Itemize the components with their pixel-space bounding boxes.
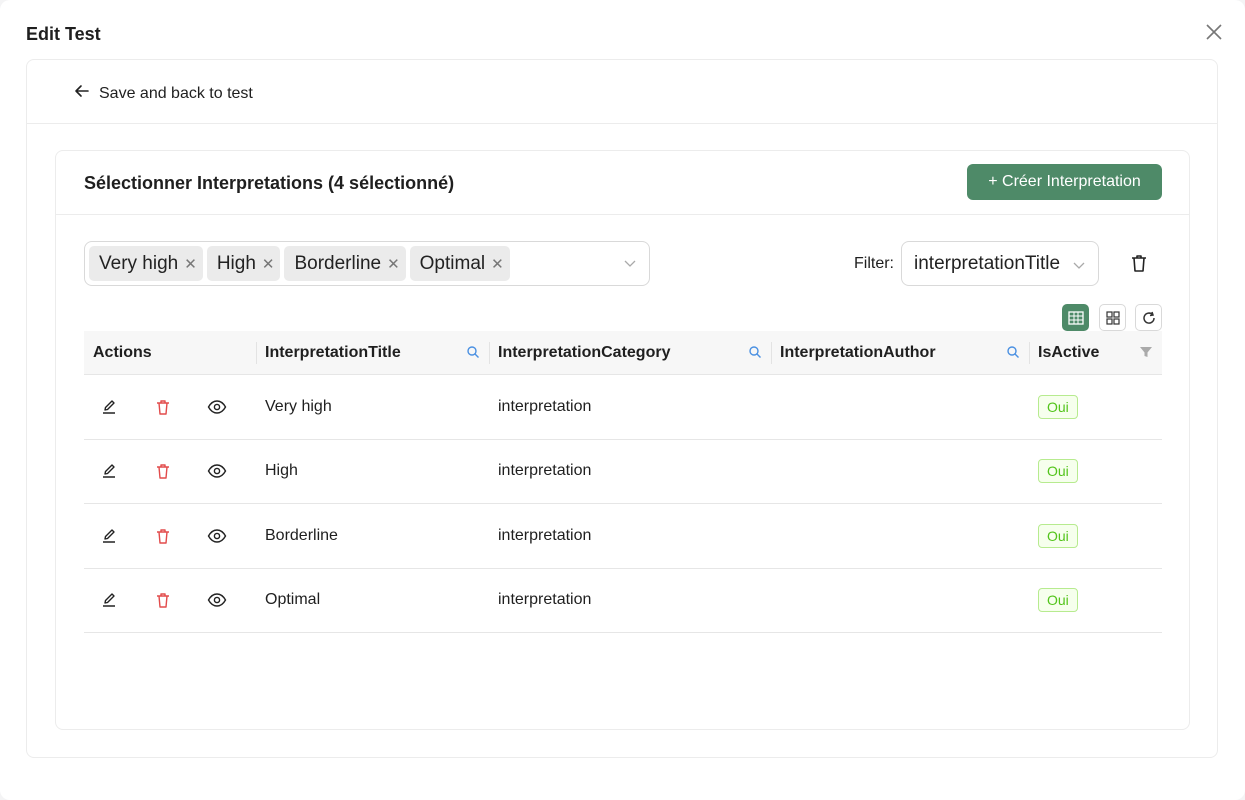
search-icon[interactable] [1006,345,1021,360]
search-icon[interactable] [466,345,481,360]
column-header-author: InterpretationAuthor [771,331,1029,374]
cell-category: interpretation [489,569,771,633]
interpretation-title: High [265,462,298,480]
column-label: InterpretationTitle [265,343,401,361]
interpretation-category: interpretation [498,397,592,415]
status-badge: Oui [1038,394,1078,419]
selected-tag: Optimal ✕ [409,246,510,281]
interpretation-category: interpretation [498,462,592,480]
filter-icon[interactable] [1139,345,1154,360]
row-actions [84,569,256,633]
selected-tag: Borderline ✕ [284,246,406,281]
trash-icon[interactable] [152,589,174,611]
table-view-icon[interactable] [1062,304,1089,331]
status-badge: Oui [1038,523,1078,548]
cell-author [771,375,1029,439]
save-and-back-label: Save and back to test [99,84,253,102]
eye-icon[interactable] [206,460,228,482]
cell-category: interpretation [489,375,771,439]
status-badge: Oui [1038,588,1078,613]
interpretation-category: interpretation [498,591,592,609]
card-view-icon[interactable] [1099,304,1126,331]
column-header-isactive: IsActive [1029,331,1162,374]
cell-author [771,504,1029,568]
clear-filter-trash-icon[interactable] [1128,252,1150,274]
cell-isactive: Oui [1029,440,1162,504]
column-label: IsActive [1038,343,1100,361]
create-interpretation-button[interactable]: + Créer Interpretation [967,164,1162,200]
section-title: Sélectionner Interpretations (4 sélectio… [84,173,455,193]
back-row: Save and back to test [27,60,1217,124]
column-label: InterpretationAuthor [780,343,936,361]
row-actions [84,375,256,439]
edit-icon[interactable] [98,589,120,611]
cell-author [771,569,1029,633]
eye-icon[interactable] [206,525,228,547]
column-label: InterpretationCategory [498,343,671,361]
cell-title: Very high [256,375,489,439]
tag-label: Very high [99,252,179,274]
interpretations-table: Actions InterpretationTitle Interpretati… [84,331,1162,633]
cell-title: Optimal [256,569,489,633]
tag-label: Borderline [294,252,382,274]
edit-icon[interactable] [98,525,120,547]
cell-title: Borderline [256,504,489,568]
trash-icon[interactable] [152,460,174,482]
table-row: Optimal interpretation Oui [84,569,1162,633]
cell-author [771,440,1029,504]
remove-tag-icon[interactable]: ✕ [262,255,275,273]
cell-title: High [256,440,489,504]
interpretations-card: Sélectionner Interpretations (4 sélectio… [55,150,1190,730]
selected-tag: High ✕ [206,246,281,281]
trash-icon[interactable] [152,396,174,418]
save-and-back-link[interactable]: Save and back to test [73,82,253,105]
filter-select[interactable]: interpretationTitle [901,241,1099,286]
column-header-category: InterpretationCategory [489,331,771,374]
row-actions [84,440,256,504]
edit-icon[interactable] [98,460,120,482]
column-label: Actions [93,343,152,361]
eye-icon[interactable] [206,396,228,418]
chevron-down-icon [1072,256,1086,270]
column-header-title: InterpretationTitle [256,331,489,374]
interpretation-title: Borderline [265,526,338,544]
eye-icon[interactable] [206,589,228,611]
selected-tag: Very high ✕ [89,246,203,281]
interpretation-title: Optimal [265,591,321,609]
table-row: High interpretation Oui [84,440,1162,504]
filter-label: Filter: [854,255,894,272]
column-header-actions: Actions [84,331,256,374]
edit-test-modal: Edit Test Save and back to test Sélectio… [0,0,1245,800]
arrow-left-icon [73,82,91,105]
card-header: Sélectionner Interpretations (4 sélectio… [56,151,1189,215]
cell-isactive: Oui [1029,504,1162,568]
remove-tag-icon[interactable]: ✕ [387,255,400,273]
table-header: Actions InterpretationTitle Interpretati… [84,331,1162,375]
table-row: Borderline interpretation Oui [84,504,1162,569]
interpretation-title: Very high [265,397,332,415]
cell-isactive: Oui [1029,569,1162,633]
cell-isactive: Oui [1029,375,1162,439]
remove-tag-icon[interactable]: ✕ [184,255,197,273]
row-actions [84,504,256,568]
cell-category: interpretation [489,440,771,504]
edit-icon[interactable] [98,396,120,418]
modal-title: Edit Test [26,24,101,44]
refresh-icon[interactable] [1135,304,1162,331]
interpretation-multiselect[interactable]: Very high ✕ High ✕ Borderline ✕ Optimal ✕ [84,241,650,286]
trash-icon[interactable] [152,525,174,547]
cell-category: interpretation [489,504,771,568]
chevron-down-icon [623,256,637,270]
edit-test-panel: Save and back to test Sélectionner Inter… [26,59,1218,758]
status-badge: Oui [1038,459,1078,484]
search-icon[interactable] [748,345,763,360]
table-row: Very high interpretation Oui [84,375,1162,440]
remove-tag-icon[interactable]: ✕ [491,255,504,273]
interpretation-category: interpretation [498,526,592,544]
close-icon[interactable] [1202,20,1226,44]
tag-label: Optimal [419,252,486,274]
tag-label: High [216,252,256,274]
filter-value: interpretationTitle [914,252,1061,274]
